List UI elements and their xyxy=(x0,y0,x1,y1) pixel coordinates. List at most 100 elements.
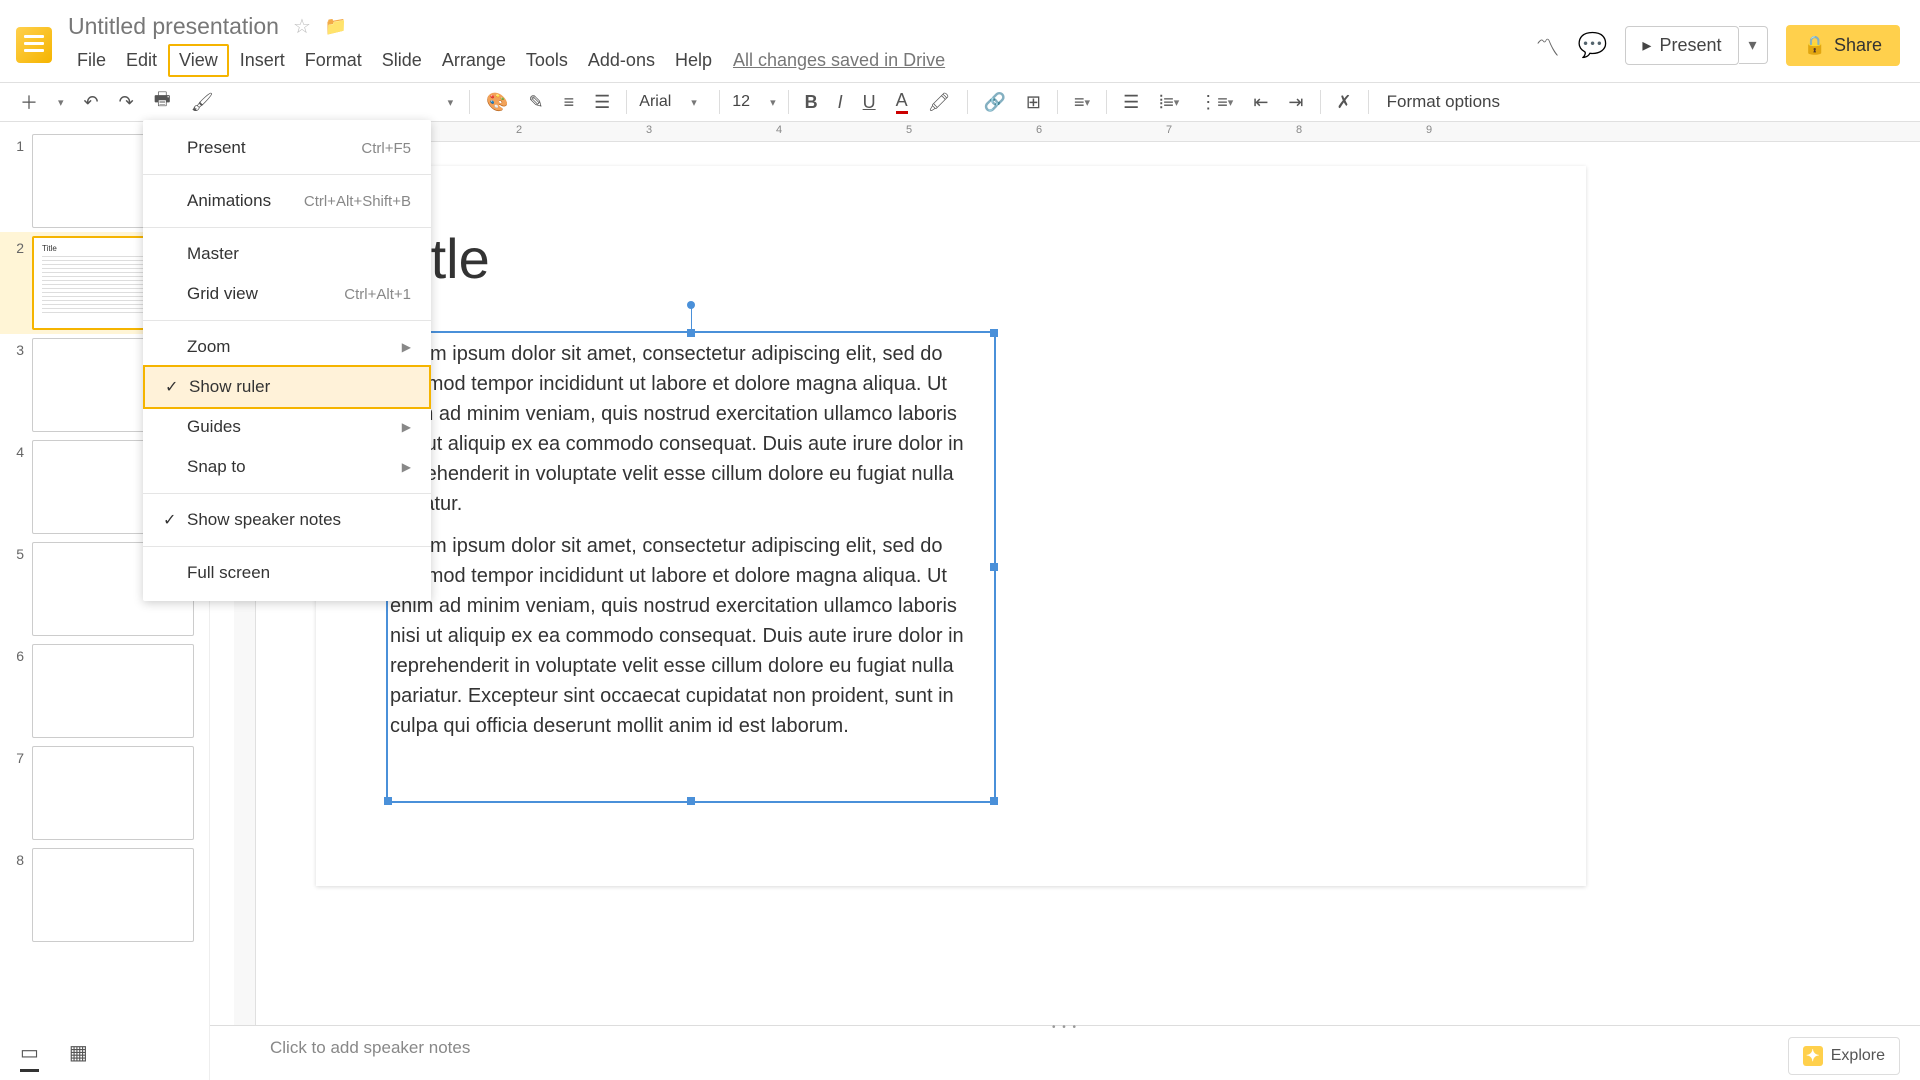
slide-number: 7 xyxy=(8,746,24,840)
menu-item-snap-to[interactable]: Snap to ▶ xyxy=(143,447,431,487)
paint-format-button[interactable]: 🖌 xyxy=(183,86,222,119)
menu-label: Guides xyxy=(187,417,402,437)
menu-item-show-ruler[interactable]: ✓ Show ruler xyxy=(143,365,431,409)
grid-view-button[interactable]: ▦ xyxy=(69,1040,88,1072)
slide-thumbnail xyxy=(32,746,194,840)
slide-number: 1 xyxy=(8,134,24,228)
font-size-select[interactable]: 12 ▾ xyxy=(728,89,779,115)
save-status[interactable]: All changes saved in Drive xyxy=(733,50,945,71)
textbox-paragraph-2[interactable]: Lorem ipsum dolor sit amet, consectetur … xyxy=(390,531,992,741)
present-dropdown[interactable]: ▾ xyxy=(1739,26,1768,64)
bulleted-list-button[interactable]: ⋮≡ ▾ xyxy=(1191,86,1241,119)
menu-slide[interactable]: Slide xyxy=(373,46,431,75)
border-dash-button[interactable]: ☰ xyxy=(586,86,618,119)
insert-comment-button[interactable]: ⊞ xyxy=(1018,86,1049,119)
menu-item-present[interactable]: Present Ctrl+F5 xyxy=(143,128,431,168)
header-actions: 〽 💬 ▸ Present ▾ 🔒 Share xyxy=(1536,25,1900,66)
slide-thumb-6[interactable]: 6 xyxy=(0,640,209,742)
document-title[interactable]: Untitled presentation xyxy=(68,13,279,40)
explore-button[interactable]: ✦ Explore xyxy=(1788,1037,1900,1075)
clear-formatting-button[interactable]: ✗ xyxy=(1329,86,1360,119)
menu-item-animations[interactable]: Animations Ctrl+Alt+Shift+B xyxy=(143,181,431,221)
chevron-down-icon: ▾ xyxy=(770,96,776,109)
border-color-button[interactable]: ✎ xyxy=(521,86,552,119)
menu-item-master[interactable]: Master xyxy=(143,234,431,274)
menu-edit[interactable]: Edit xyxy=(117,46,166,75)
slide-number: 6 xyxy=(8,644,24,738)
menu-help[interactable]: Help xyxy=(666,46,721,75)
menu-arrange[interactable]: Arrange xyxy=(433,46,515,75)
bold-button[interactable]: B xyxy=(797,86,826,119)
separator xyxy=(1368,90,1369,114)
font-family-select[interactable]: Arial ▾ xyxy=(635,89,711,115)
resize-handle-bm[interactable] xyxy=(687,797,695,805)
decrease-indent-button[interactable]: ⇤ xyxy=(1245,86,1276,119)
share-button[interactable]: 🔒 Share xyxy=(1786,25,1900,66)
star-icon[interactable]: ☆ xyxy=(293,14,311,39)
numbered-list-button[interactable]: ⦙≡ ▾ xyxy=(1151,86,1187,119)
resize-handle-mr[interactable] xyxy=(990,563,998,571)
horizontal-ruler[interactable]: 1 2 3 4 5 6 7 8 9 xyxy=(256,122,1920,142)
separator xyxy=(967,90,968,114)
separator xyxy=(1106,90,1107,114)
slides-logo[interactable] xyxy=(12,23,56,67)
move-to-folder-icon[interactable]: 📁 xyxy=(325,16,347,37)
separator xyxy=(719,90,720,114)
checkmark-icon: ✓ xyxy=(163,510,187,530)
menu-item-grid-view[interactable]: Grid view Ctrl+Alt+1 xyxy=(143,274,431,314)
slide-title[interactable]: Title xyxy=(386,226,1516,291)
fill-color-button[interactable]: 🎨 xyxy=(478,86,516,119)
rotation-handle[interactable] xyxy=(687,301,695,309)
slide-thumb-7[interactable]: 7 xyxy=(0,742,209,844)
submenu-arrow-icon: ▶ xyxy=(402,420,411,434)
menu-label: Full screen xyxy=(187,563,411,583)
menu-format[interactable]: Format xyxy=(296,46,371,75)
menu-item-guides[interactable]: Guides ▶ xyxy=(143,407,431,447)
ruler-mark: 3 xyxy=(646,124,652,136)
menu-addons[interactable]: Add-ons xyxy=(579,46,664,75)
resize-handle-br[interactable] xyxy=(990,797,998,805)
menu-label: Show ruler xyxy=(189,377,409,397)
menu-label: Master xyxy=(187,244,411,264)
insert-link-button[interactable]: 🔗 xyxy=(976,86,1014,119)
print-button[interactable]: 🖶 xyxy=(146,81,179,123)
resize-handle-bl[interactable] xyxy=(384,797,392,805)
selected-textbox[interactable]: Lorem ipsum dolor sit amet, consectetur … xyxy=(386,331,996,803)
text-color-button[interactable]: A xyxy=(888,84,916,120)
menu-item-show-speaker-notes[interactable]: ✓ Show speaker notes xyxy=(143,500,431,540)
border-weight-button[interactable]: ≡ xyxy=(556,86,583,119)
slide-canvas[interactable]: Title Lorem ipsum dolor sit amet, consec… xyxy=(256,142,1920,1025)
bottom-bar: ▭ ▦ ✦ Explore xyxy=(0,1032,1920,1080)
italic-button[interactable]: I xyxy=(830,86,851,119)
textbox-paragraph-1[interactable]: Lorem ipsum dolor sit amet, consectetur … xyxy=(390,339,992,519)
underline-button[interactable]: U xyxy=(855,86,884,119)
slide[interactable]: Title Lorem ipsum dolor sit amet, consec… xyxy=(316,166,1586,886)
redo-button[interactable]: ↷ xyxy=(111,86,142,119)
resize-handle-tm[interactable] xyxy=(687,329,695,337)
zoom-dropdown[interactable]: ▾ xyxy=(440,90,462,115)
resize-handle-tr[interactable] xyxy=(990,329,998,337)
filmstrip-view-button[interactable]: ▭ xyxy=(20,1040,39,1072)
new-slide-dropdown[interactable]: ▾ xyxy=(50,90,72,115)
menu-item-full-screen[interactable]: Full screen xyxy=(143,553,431,593)
highlight-button[interactable]: 🖍 xyxy=(920,86,959,119)
undo-button[interactable]: ↶ xyxy=(76,86,107,119)
new-slide-button[interactable]: ＋ xyxy=(12,83,46,121)
textbox-empty-space[interactable] xyxy=(390,753,992,783)
present-button[interactable]: ▸ Present xyxy=(1625,26,1738,65)
menu-view[interactable]: View xyxy=(168,44,229,77)
slide-thumb-8[interactable]: 8 xyxy=(0,844,209,946)
menu-divider xyxy=(143,493,431,494)
comments-icon[interactable]: 💬 xyxy=(1578,31,1608,60)
activity-icon[interactable]: 〽 xyxy=(1536,28,1560,63)
menu-file[interactable]: File xyxy=(68,46,115,75)
menu-tools[interactable]: Tools xyxy=(517,46,577,75)
format-options-button[interactable]: Format options xyxy=(1387,92,1500,112)
separator xyxy=(788,90,789,114)
line-spacing-button[interactable]: ☰ xyxy=(1115,86,1147,119)
menu-insert[interactable]: Insert xyxy=(231,46,294,75)
align-button[interactable]: ≡ ▾ xyxy=(1066,86,1098,119)
menu-item-zoom[interactable]: Zoom ▶ xyxy=(143,327,431,367)
slide-number: 8 xyxy=(8,848,24,942)
increase-indent-button[interactable]: ⇥ xyxy=(1280,86,1311,119)
